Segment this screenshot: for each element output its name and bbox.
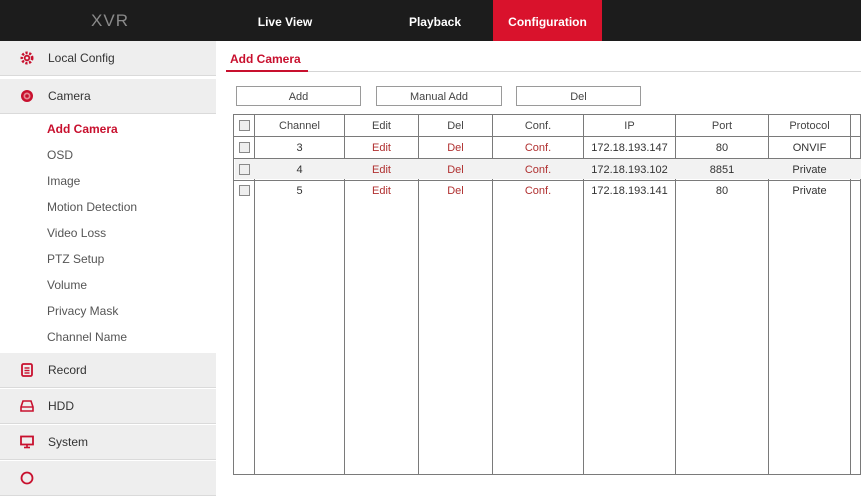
add-button[interactable]: Add [236, 86, 361, 106]
row-checkbox[interactable] [239, 185, 250, 196]
channel-cell: 5 [296, 185, 303, 197]
column-header-channel: Channel [279, 120, 320, 132]
channel-cell: 4 [296, 164, 303, 176]
edit-link[interactable]: Edit [345, 159, 418, 181]
sidebar-item-label: Local Config [48, 51, 115, 65]
sidebar-item-label: Camera [48, 89, 91, 103]
delete-link[interactable]: Del [419, 159, 492, 181]
protocol-cell: Private [792, 185, 827, 197]
column-header-del: Del [447, 120, 464, 132]
manual-add-button[interactable]: Manual Add [376, 86, 502, 106]
submenu-privacy-mask[interactable]: Privacy Mask [47, 304, 118, 318]
partial-icon [20, 471, 34, 485]
title-divider [226, 71, 861, 72]
submenu-add-camera[interactable]: Add Camera [47, 122, 118, 136]
select-all-checkbox[interactable] [239, 120, 250, 131]
port-cell: 8851 [709, 164, 735, 176]
submenu-volume[interactable]: Volume [47, 278, 87, 292]
sidebar-item-partial[interactable] [0, 461, 216, 496]
protocol-cell: Private [792, 164, 827, 176]
sidebar-item-system[interactable]: System [0, 425, 216, 460]
submenu-image[interactable]: Image [47, 174, 80, 188]
tab-playback[interactable]: Playback [385, 0, 485, 41]
config-link[interactable]: Conf. [493, 137, 583, 159]
port-cell: 80 [715, 142, 729, 154]
delete-link[interactable]: Del [419, 180, 492, 202]
hdd-icon [20, 399, 34, 413]
channel-cell: 3 [296, 142, 303, 154]
column-header-protocol: Protocol [789, 120, 830, 132]
ip-cell: 172.18.193.141 [591, 185, 668, 197]
sidebar-item-label: System [48, 435, 89, 449]
row-checkbox[interactable] [239, 164, 250, 175]
column-header-edit: Edit [372, 120, 391, 132]
submenu-ptz-setup[interactable]: PTZ Setup [47, 252, 104, 266]
config-link[interactable]: Conf. [493, 159, 583, 181]
delete-button[interactable]: Del [516, 86, 641, 106]
record-icon [20, 363, 34, 377]
sidebar-item-record[interactable]: Record [0, 353, 216, 388]
brand-logo: XVR [91, 11, 129, 30]
protocol-cell: ONVIF [792, 142, 827, 154]
tab-configuration[interactable]: Configuration [493, 0, 602, 41]
top-navigation-bar: XVR Live View Playback Configuration [0, 0, 861, 41]
column-header-ip: IP [624, 120, 635, 132]
delete-link[interactable]: Del [419, 137, 492, 159]
config-link[interactable]: Conf. [493, 180, 583, 202]
submenu-motion-detection[interactable]: Motion Detection [47, 200, 137, 214]
edit-link[interactable]: Edit [345, 180, 418, 202]
edit-link[interactable]: Edit [345, 137, 418, 159]
page-title: Add Camera [230, 52, 301, 66]
submenu-video-loss[interactable]: Video Loss [47, 226, 106, 240]
tab-live-view[interactable]: Live View [240, 0, 330, 41]
submenu-channel-name[interactable]: Channel Name [47, 330, 127, 344]
column-header-port: Port [711, 120, 733, 132]
column-header-conf: Conf. [524, 120, 552, 132]
camera-icon [20, 89, 34, 103]
sidebar-item-label: Record [48, 363, 87, 377]
ip-cell: 172.18.193.147 [591, 142, 668, 154]
port-cell: 80 [715, 185, 729, 197]
camera-table: Channel Edit Del Conf. IP Port Protocol … [233, 114, 861, 475]
gear-icon [20, 51, 34, 65]
sidebar-item-local-config[interactable]: Local Config [0, 41, 216, 76]
ip-cell: 172.18.193.102 [591, 164, 668, 176]
sidebar-item-hdd[interactable]: HDD [0, 389, 216, 424]
row-checkbox[interactable] [239, 142, 250, 153]
monitor-icon [20, 435, 34, 449]
sidebar-item-camera[interactable]: Camera [0, 79, 216, 114]
sidebar-item-label: HDD [48, 399, 74, 413]
submenu-osd[interactable]: OSD [47, 148, 73, 162]
title-underline [226, 70, 308, 72]
sidebar: Local Config Camera Add Camera OSD Image… [0, 41, 216, 496]
